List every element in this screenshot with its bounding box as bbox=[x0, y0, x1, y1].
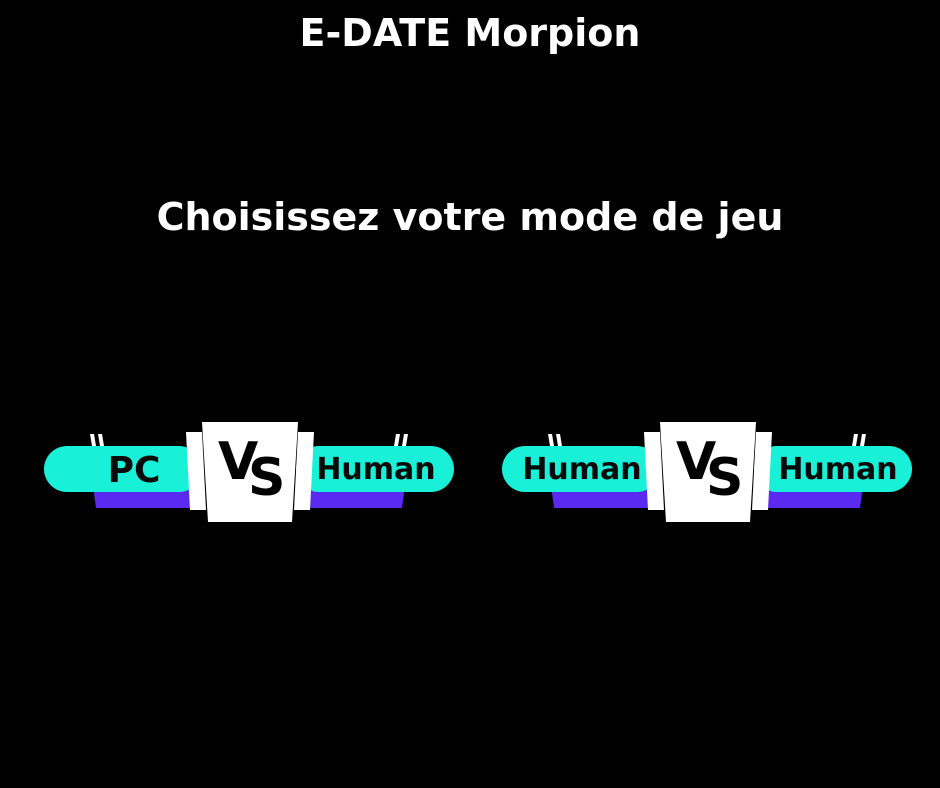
game-title: E-DATE Morpion bbox=[299, 11, 641, 55]
versus-label: V S bbox=[218, 432, 286, 508]
player-two-label: Human bbox=[316, 452, 436, 487]
mode-button-pc-vs-human[interactable]: PC V S Human bbox=[44, 420, 454, 525]
player-one-label: PC bbox=[107, 450, 161, 491]
mode-button-human-vs-human[interactable]: Human V S Human bbox=[502, 420, 912, 525]
mode-prompt: Choisissez votre mode de jeu bbox=[156, 195, 784, 239]
versus-label: V S bbox=[676, 432, 744, 508]
player-two-label: Human bbox=[778, 452, 898, 487]
player-one-label: Human bbox=[522, 452, 642, 487]
